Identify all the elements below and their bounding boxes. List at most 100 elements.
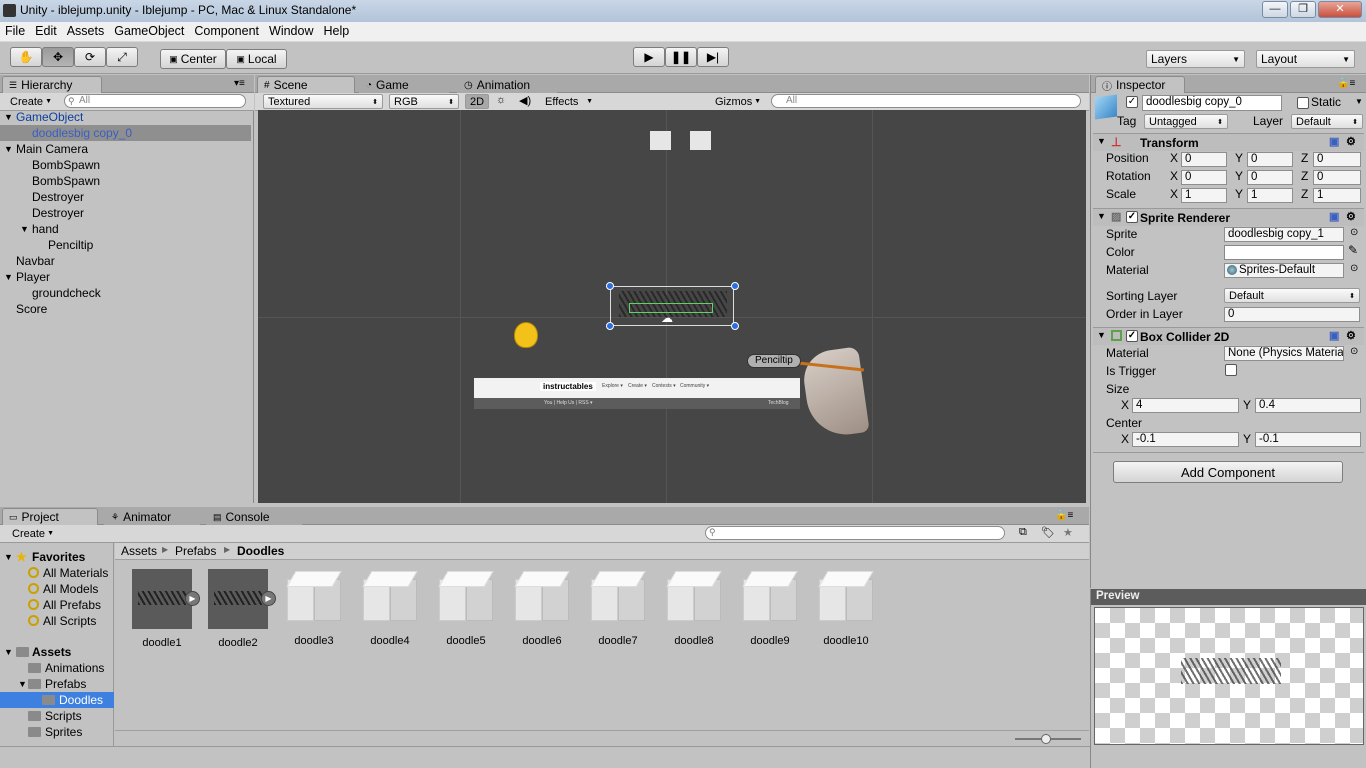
scale-tool-button[interactable]: ⤢ <box>106 47 138 67</box>
hierarchy-search-input[interactable]: All <box>64 94 246 108</box>
asset-item[interactable]: doodle4 <box>355 569 425 647</box>
center-y-input[interactable]: -0.1 <box>1255 432 1361 447</box>
hierarchy-item[interactable]: BombSpawn <box>0 157 251 173</box>
breadcrumb-assets[interactable]: Assets <box>121 544 157 558</box>
rect-handle[interactable] <box>606 282 614 290</box>
asset-item[interactable]: doodle5 <box>431 569 501 647</box>
asset-item[interactable]: doodle10 <box>811 569 881 647</box>
hierarchy-item[interactable]: Navbar <box>0 253 251 269</box>
menu-component[interactable]: Component <box>189 22 264 40</box>
scene-search-input[interactable]: All <box>771 94 1081 108</box>
hierarchy-item[interactable]: doodlesbig copy_0 <box>0 125 251 141</box>
tab-console[interactable]: ▤ Console <box>206 508 302 525</box>
sorting-layer-dropdown[interactable]: Default ⬍ <box>1224 288 1360 303</box>
size-x-input[interactable]: 4 <box>1132 398 1239 413</box>
lock-menu-icon[interactable]: 🔒≡ <box>1055 510 1073 521</box>
effects-dropdown[interactable]: Effects ▼ <box>541 94 597 109</box>
favorite-item[interactable]: All Prefabs <box>28 597 101 613</box>
asset-item[interactable]: doodle6 <box>507 569 577 647</box>
rect-handle[interactable] <box>731 282 739 290</box>
object-name-input[interactable]: doodlesbig copy_0 <box>1142 95 1282 111</box>
foldout-arrow-icon[interactable]: ▼ <box>4 269 13 285</box>
layout-dropdown[interactable]: Layout ▼ <box>1256 50 1355 68</box>
mode-2d-toggle[interactable]: 2D <box>465 94 489 109</box>
hierarchy-item[interactable]: Destroyer <box>0 189 251 205</box>
filter-by-label-icon[interactable]: 🏷 <box>1041 526 1055 539</box>
project-search-input[interactable] <box>705 526 1005 540</box>
asset-item[interactable]: doodle7 <box>583 569 653 647</box>
asset-item[interactable]: ▶ doodle2 <box>203 569 276 649</box>
tab-game[interactable]: ◔ Game <box>359 76 449 93</box>
tab-animator[interactable]: ⚘ Animator <box>104 508 200 525</box>
gizmos-dropdown[interactable]: Gizmos ▼ <box>711 94 765 109</box>
object-picker-icon[interactable]: ⊙ <box>1350 227 1358 238</box>
collider-material-field[interactable]: None (Physics Material 2D) <box>1224 346 1344 361</box>
tab-inspector[interactable]: ⓘ Inspector <box>1095 76 1185 93</box>
sprite-field[interactable]: doodlesbig copy_1 <box>1224 227 1344 242</box>
gear-icon[interactable]: ⚙ <box>1346 329 1356 342</box>
help-book-icon[interactable]: ▣ <box>1329 210 1339 223</box>
shading-dropdown[interactable]: Textured ⬍ <box>263 94 383 109</box>
hierarchy-item[interactable]: Penciltip <box>0 237 251 253</box>
asset-folder-item[interactable]: Sprites <box>0 724 114 740</box>
hierarchy-item[interactable]: ▼ hand <box>0 221 251 237</box>
transform-scale-x-input[interactable]: 1 <box>1181 188 1227 203</box>
asset-item[interactable]: doodle8 <box>659 569 729 647</box>
hierarchy-item[interactable]: Destroyer <box>0 205 251 221</box>
object-picker-icon[interactable]: ⊙ <box>1350 263 1358 274</box>
favorite-item[interactable]: All Materials <box>28 565 108 581</box>
panel-menu-icon[interactable]: ▾≡ <box>234 78 245 89</box>
material-field[interactable]: Sprites-Default <box>1224 263 1344 278</box>
favorite-star-icon[interactable]: ★ <box>1063 526 1073 539</box>
maximize-button[interactable]: ❐ <box>1290 1 1316 18</box>
tag-dropdown[interactable]: Untagged ⬍ <box>1144 114 1228 129</box>
hierarchy-item[interactable]: ▼ GameObject <box>0 109 251 125</box>
pivot-center-toggle[interactable]: ▣ Center <box>160 49 226 69</box>
hierarchy-item[interactable]: Score <box>0 301 251 317</box>
asset-item[interactable]: doodle9 <box>735 569 805 647</box>
foldout-arrow-icon[interactable]: ▼ <box>1097 211 1106 221</box>
foldout-arrow-icon[interactable]: ▼ <box>18 676 27 692</box>
transform-scale-y-input[interactable]: 1 <box>1247 188 1293 203</box>
foldout-arrow-icon[interactable]: ▼ <box>1097 330 1106 340</box>
space-local-toggle[interactable]: ▣ Local <box>226 49 287 69</box>
favorite-item[interactable]: All Models <box>28 581 98 597</box>
foldout-arrow-icon[interactable]: ▼ <box>20 221 29 237</box>
transform-scale-z-input[interactable]: 1 <box>1313 188 1361 203</box>
move-handle-icon[interactable]: ☁ <box>661 311 673 325</box>
hand-tool-button[interactable]: ✋ <box>10 47 42 67</box>
transform-rotation-x-input[interactable]: 0 <box>1181 170 1227 185</box>
eyedropper-icon[interactable]: ✎ <box>1348 243 1358 257</box>
sun-icon[interactable]: ☼ <box>496 94 506 106</box>
asset-item[interactable]: ▶ doodle1 <box>127 569 200 649</box>
audio-icon[interactable]: ◀) <box>519 94 531 107</box>
pause-button[interactable]: ❚❚ <box>665 47 697 67</box>
box-collider-header[interactable]: ▼ ✓ Box Collider 2D ▣ ⚙ <box>1093 327 1364 345</box>
gear-icon[interactable]: ⚙ <box>1346 135 1356 148</box>
close-button[interactable]: ✕ <box>1318 1 1362 18</box>
render-mode-dropdown[interactable]: RGB ⬍ <box>389 94 459 109</box>
static-checkbox[interactable] <box>1297 97 1309 109</box>
foldout-arrow-icon[interactable]: ▼ <box>4 141 13 157</box>
transform-rotation-y-input[interactable]: 0 <box>1247 170 1293 185</box>
asset-folder-item[interactable]: ▼ Prefabs <box>0 676 114 692</box>
hierarchy-item[interactable]: ▼ Main Camera <box>0 141 251 157</box>
tab-animation[interactable]: ◷ Animation <box>457 76 557 93</box>
size-y-input[interactable]: 0.4 <box>1255 398 1361 413</box>
add-component-button[interactable]: Add Component <box>1113 461 1343 483</box>
help-book-icon[interactable]: ▣ <box>1329 329 1339 342</box>
is-trigger-checkbox[interactable] <box>1225 364 1237 376</box>
asset-folder-item[interactable]: Doodles <box>0 692 114 708</box>
foldout-arrow-icon[interactable]: ▼ <box>4 109 13 125</box>
static-dropdown-arrow-icon[interactable]: ▼ <box>1355 97 1363 106</box>
sprite-renderer-enabled-checkbox[interactable]: ✓ <box>1126 211 1138 223</box>
color-swatch[interactable] <box>1224 245 1344 260</box>
foldout-arrow-icon[interactable]: ▼ <box>4 644 13 660</box>
menu-gameobject[interactable]: GameObject <box>109 22 189 40</box>
asset-folder-item[interactable]: Scripts <box>0 708 114 724</box>
transform-header[interactable]: ▼ ⊥ Transform ▣ ⚙ <box>1093 133 1364 151</box>
tab-hierarchy[interactable]: ☰ Hierarchy <box>2 76 102 93</box>
object-picker-icon[interactable]: ⊙ <box>1350 346 1358 357</box>
step-button[interactable]: ▶| <box>697 47 729 67</box>
rect-handle[interactable] <box>731 322 739 330</box>
